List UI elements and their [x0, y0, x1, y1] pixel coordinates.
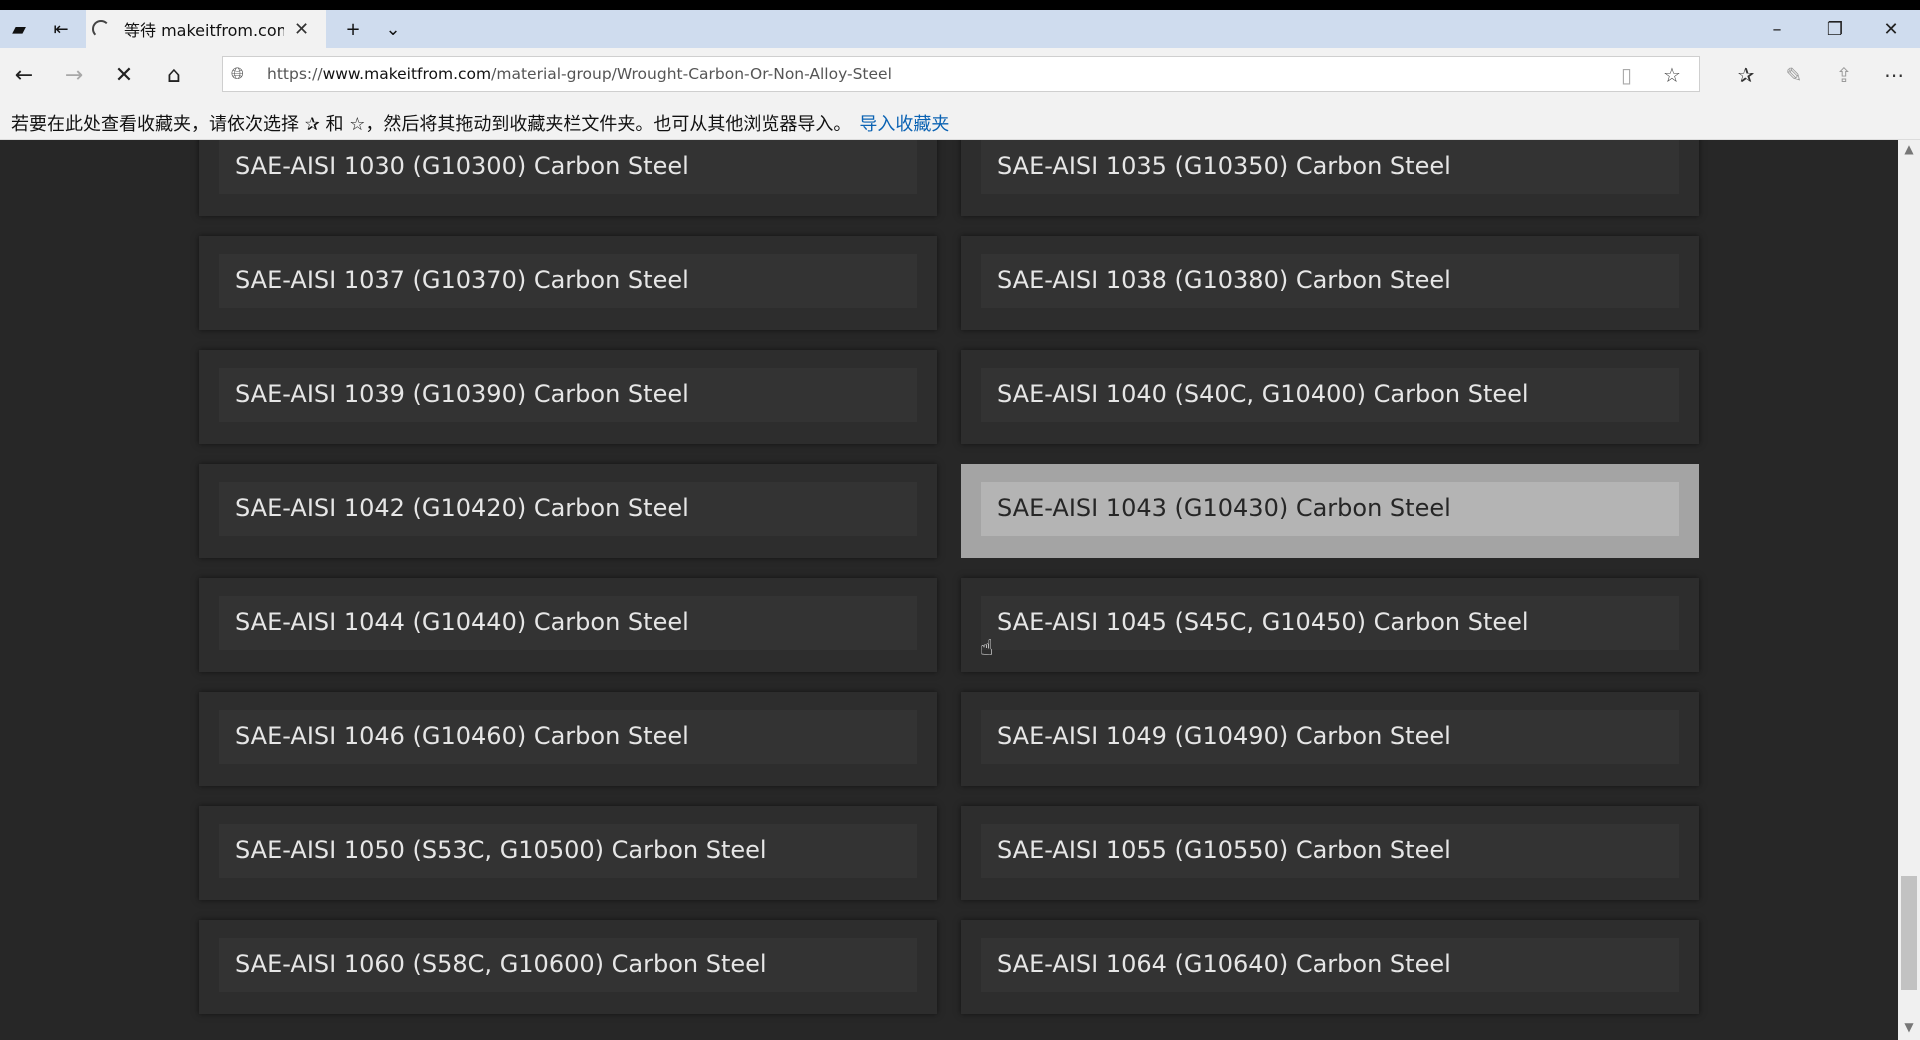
navigation-bar: ← → ✕ ⌂ 🌐︎ https://www.makeitfrom.com/ma… — [0, 48, 1920, 102]
material-link[interactable]: SAE-AISI 1050 (S53C, G10500) Carbon Stee… — [235, 836, 767, 864]
more-icon[interactable]: ⋯ — [1872, 54, 1916, 96]
material-card-inner: SAE-AISI 1038 (G10380) Carbon Steel — [981, 254, 1679, 308]
material-link[interactable]: SAE-AISI 1038 (G10380) Carbon Steel — [997, 266, 1451, 294]
url-scheme: https:// — [267, 65, 323, 83]
close-icon[interactable]: ✕ — [294, 19, 309, 40]
mouse-cursor-icon: ☝ — [980, 636, 994, 661]
material-card[interactable]: SAE-AISI 1046 (G10460) Carbon Steel — [199, 692, 937, 786]
minimize-button[interactable]: – — [1748, 10, 1806, 48]
material-card[interactable]: SAE-AISI 1055 (G10550) Carbon Steel — [961, 806, 1699, 900]
import-favorites-link[interactable]: 导入收藏夹 — [859, 114, 949, 135]
window-top-edge — [0, 0, 1920, 10]
back-button[interactable]: ← — [2, 54, 46, 96]
material-card-inner: SAE-AISI 1055 (G10550) Carbon Steel — [981, 824, 1679, 878]
tab-title: 等待 makeitfrom.com 的 — [124, 21, 284, 40]
material-link[interactable]: SAE-AISI 1055 (G10550) Carbon Steel — [997, 836, 1451, 864]
stop-loading-icon: ✕ — [114, 62, 134, 88]
material-card[interactable]: SAE-AISI 1050 (S53C, G10500) Carbon Stee… — [199, 806, 937, 900]
favorites-bar: 若要在此处查看收藏夹，请依次选择 ✰ 和 ☆，然后将其拖动到收藏夹栏文件夹。也可… — [0, 102, 1920, 140]
material-link[interactable]: SAE-AISI 1046 (G10460) Carbon Steel — [235, 722, 689, 750]
material-card-inner: SAE-AISI 1040 (S40C, G10400) Carbon Stee… — [981, 368, 1679, 422]
material-card-inner: SAE-AISI 1050 (S53C, G10500) Carbon Stee… — [219, 824, 917, 878]
material-card-inner: SAE-AISI 1060 (S58C, G10600) Carbon Stee… — [219, 938, 917, 992]
material-card[interactable]: SAE-AISI 1037 (G10370) Carbon Steel — [199, 236, 937, 330]
restore-button[interactable]: ❐ — [1806, 10, 1864, 48]
material-card[interactable]: SAE-AISI 1040 (S40C, G10400) Carbon Stee… — [961, 350, 1699, 444]
material-card[interactable]: SAE-AISI 1045 (S45C, G10450) Carbon Stee… — [961, 578, 1699, 672]
material-card[interactable]: SAE-AISI 1035 (G10350) Carbon Steel — [961, 140, 1699, 216]
material-link[interactable]: SAE-AISI 1044 (G10440) Carbon Steel — [235, 608, 689, 636]
forward-arrow-icon: → — [64, 62, 84, 88]
material-card-hovered[interactable]: SAE-AISI 1043 (G10430) Carbon Steel — [961, 464, 1699, 558]
set-aside-tabs-icon[interactable]: ⇤ — [42, 10, 80, 48]
scrollbar-thumb[interactable] — [1901, 876, 1917, 990]
favorites-hint-text: 若要在此处查看收藏夹，请依次选择 ✰ 和 ☆，然后将其拖动到收藏夹栏文件夹。也可… — [11, 114, 852, 135]
scroll-down-icon[interactable]: ▼ — [1898, 1020, 1920, 1038]
pen-icon[interactable]: ✎ — [1772, 54, 1816, 96]
favorites-hint: 若要在此处查看收藏夹，请依次选择 ✰ 和 ☆，然后将其拖动到收藏夹栏文件夹。也可… — [11, 110, 949, 136]
material-card[interactable]: SAE-AISI 1038 (G10380) Carbon Steel — [961, 236, 1699, 330]
material-card[interactable]: SAE-AISI 1042 (G10420) Carbon Steel — [199, 464, 937, 558]
back-arrow-icon: ← — [14, 62, 34, 88]
close-window-button[interactable]: ✕ — [1862, 10, 1920, 48]
material-link[interactable]: SAE-AISI 1049 (G10490) Carbon Steel — [997, 722, 1451, 750]
loading-spinner-icon — [92, 20, 110, 38]
url-text[interactable]: https://www.makeitfrom.com/material-grou… — [267, 65, 892, 83]
reading-view-icon[interactable]: ▯ — [1621, 63, 1632, 87]
favorites-list-icon[interactable]: ✰ — [1724, 54, 1768, 96]
material-card-inner: SAE-AISI 1043 (G10430) Carbon Steel — [981, 482, 1679, 536]
material-link[interactable]: SAE-AISI 1037 (G10370) Carbon Steel — [235, 266, 689, 294]
material-link[interactable]: SAE-AISI 1042 (G10420) Carbon Steel — [235, 494, 689, 522]
material-card-inner: SAE-AISI 1037 (G10370) Carbon Steel — [219, 254, 917, 308]
address-bar[interactable]: 🌐︎ https://www.makeitfrom.com/material-g… — [222, 56, 1700, 92]
material-card-inner: SAE-AISI 1042 (G10420) Carbon Steel — [219, 482, 917, 536]
material-card-inner: SAE-AISI 1039 (G10390) Carbon Steel — [219, 368, 917, 422]
material-link[interactable]: SAE-AISI 1043 (G10430) Carbon Steel — [997, 494, 1451, 522]
material-card-inner: SAE-AISI 1064 (G10640) Carbon Steel — [981, 938, 1679, 992]
page-content: SAE-AISI 1030 (G10300) Carbon Steel SAE-… — [0, 140, 1898, 1040]
stop-button[interactable]: ✕ — [102, 54, 146, 96]
material-link[interactable]: SAE-AISI 1060 (S58C, G10600) Carbon Stee… — [235, 950, 767, 978]
plus-icon[interactable]: + — [334, 10, 372, 48]
material-card[interactable]: SAE-AISI 1044 (G10440) Carbon Steel — [199, 578, 937, 672]
title-bar: ▰ ⇤ 等待 makeitfrom.com 的 ✕ + ⌄ – ❐ ✕ — [0, 10, 1920, 48]
browser-tab[interactable]: 等待 makeitfrom.com 的 ✕ — [86, 10, 326, 48]
material-card[interactable]: SAE-AISI 1039 (G10390) Carbon Steel — [199, 350, 937, 444]
material-card[interactable]: SAE-AISI 1060 (S58C, G10600) Carbon Stee… — [199, 920, 937, 1014]
home-button[interactable]: ⌂ — [152, 54, 196, 96]
material-card-inner: SAE-AISI 1035 (G10350) Carbon Steel — [981, 140, 1679, 194]
material-card[interactable]: SAE-AISI 1064 (G10640) Carbon Steel — [961, 920, 1699, 1014]
material-card[interactable]: SAE-AISI 1049 (G10490) Carbon Steel — [961, 692, 1699, 786]
material-link[interactable]: SAE-AISI 1045 (S45C, G10450) Carbon Stee… — [997, 608, 1529, 636]
material-link[interactable]: SAE-AISI 1064 (G10640) Carbon Steel — [997, 950, 1451, 978]
url-host: www.makeitfrom.com — [322, 65, 492, 83]
scroll-up-icon[interactable]: ▲ — [1898, 142, 1920, 160]
material-link[interactable]: SAE-AISI 1035 (G10350) Carbon Steel — [997, 152, 1451, 180]
tab-actions-icon[interactable]: ▰ — [0, 10, 38, 48]
material-card-inner: SAE-AISI 1046 (G10460) Carbon Steel — [219, 710, 917, 764]
share-icon[interactable]: ⇪ — [1822, 54, 1866, 96]
url-path: /material-group/Wrought-Carbon-Or-Non-Al… — [491, 65, 892, 83]
material-link[interactable]: SAE-AISI 1040 (S40C, G10400) Carbon Stee… — [997, 380, 1529, 408]
material-link[interactable]: SAE-AISI 1039 (G10390) Carbon Steel — [235, 380, 689, 408]
globe-icon[interactable]: 🌐︎ — [231, 64, 244, 84]
material-link[interactable]: SAE-AISI 1030 (G10300) Carbon Steel — [235, 152, 689, 180]
material-card-inner: SAE-AISI 1045 (S45C, G10450) Carbon Stee… — [981, 596, 1679, 650]
chevron-down-icon[interactable]: ⌄ — [374, 10, 412, 48]
material-card-inner: SAE-AISI 1030 (G10300) Carbon Steel — [219, 140, 917, 194]
home-icon: ⌂ — [167, 62, 181, 88]
material-card-inner: SAE-AISI 1049 (G10490) Carbon Steel — [981, 710, 1679, 764]
material-card[interactable]: SAE-AISI 1030 (G10300) Carbon Steel — [199, 140, 937, 216]
star-icon[interactable]: ☆ — [1663, 63, 1681, 87]
forward-button[interactable]: → — [52, 54, 96, 96]
vertical-scrollbar[interactable]: ▲ ▼ — [1898, 140, 1920, 1040]
material-card-inner: SAE-AISI 1044 (G10440) Carbon Steel — [219, 596, 917, 650]
